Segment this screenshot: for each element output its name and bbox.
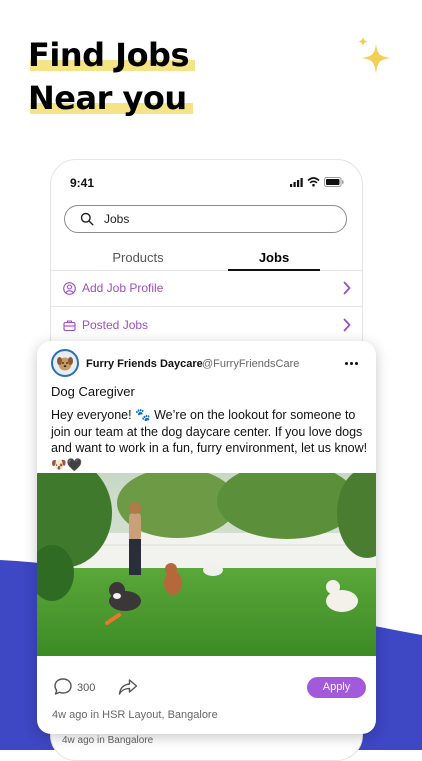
tab-bar: Products Jobs [51,250,362,271]
search-icon [80,212,94,226]
apply-button[interactable]: Apply [307,677,366,698]
chevron-right-icon [343,318,351,332]
headline: Find Jobs Near you [28,34,195,120]
battery-icon [324,177,344,187]
briefcase-icon [63,319,76,331]
dog-avatar-icon [57,357,73,371]
add-job-profile-label: Add Job Profile [82,281,164,295]
posted-jobs-row[interactable]: Posted Jobs [51,307,362,343]
posted-jobs-label: Posted Jobs [82,318,149,332]
search-input[interactable]: Jobs [104,212,129,226]
headline-line-2: Near you [28,77,193,120]
signal-icon [290,177,303,187]
sparkle-icon [358,36,390,74]
share-icon[interactable] [118,678,138,696]
more-options-icon[interactable] [345,362,358,365]
wifi-icon [307,177,320,187]
post-body: Hey everyone! 🐾 We’re on the lookout for… [51,408,368,472]
avatar[interactable] [51,349,79,377]
poster-name[interactable]: Furry Friends Daycare [86,358,203,370]
dogs-playing-photo[interactable] [37,473,376,656]
job-post-card[interactable]: Furry Friends Daycare @FurryFriendsCare … [37,341,376,734]
status-time: 9:41 [70,176,95,190]
chevron-right-icon [343,281,351,295]
comment-count: 300 [77,682,96,694]
add-job-profile-row[interactable]: Add Job Profile [51,270,362,307]
comment-icon[interactable] [53,677,73,697]
status-icons [290,177,344,187]
headline-line-1: Find Jobs [28,34,195,77]
user-circle-icon [63,281,76,295]
job-meta-peek: 4w ago in Bangalore [62,735,154,746]
post-meta: 4w ago in HSR Layout, Bangalore [52,709,218,721]
poster-handle: @FurryFriendsCare [202,358,300,370]
tab-jobs[interactable]: Jobs [228,250,320,271]
post-title: Dog Caregiver [51,384,135,399]
tab-products[interactable]: Products [92,250,184,269]
search-bar[interactable]: Jobs [64,205,347,233]
